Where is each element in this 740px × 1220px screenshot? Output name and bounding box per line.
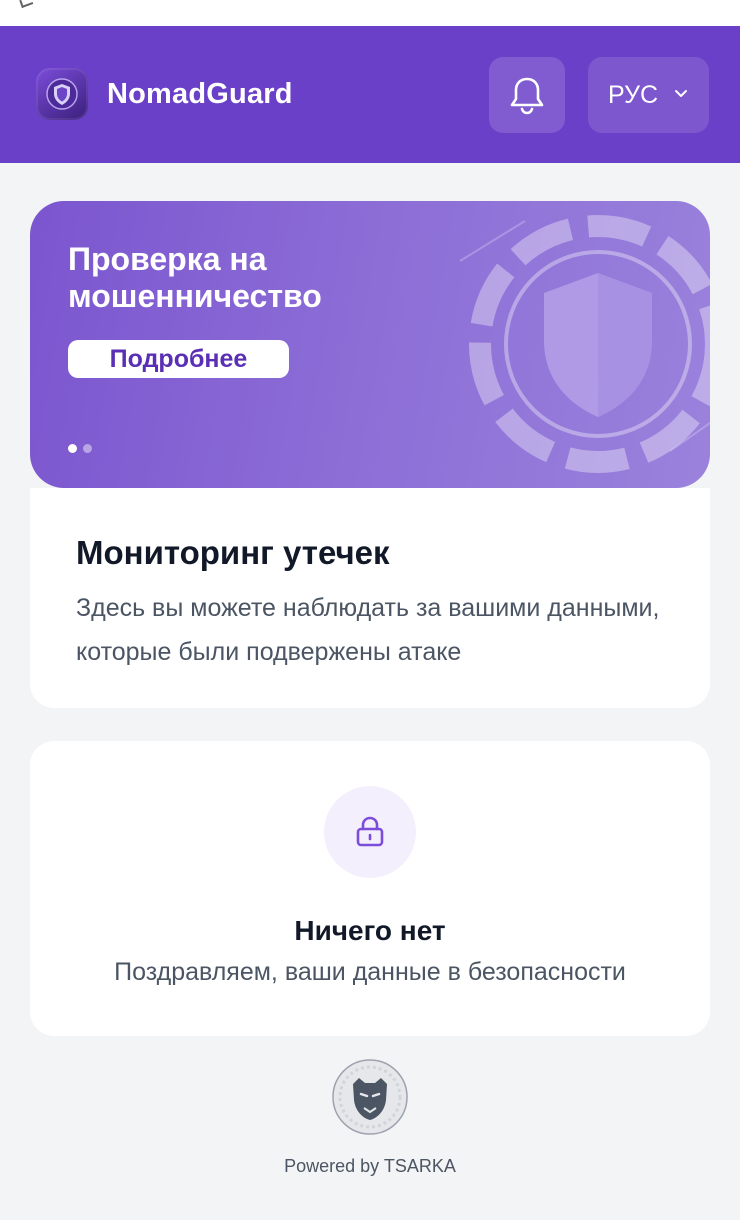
section-description: Здесь вы можете наблюдать за вашими данн… bbox=[76, 594, 660, 666]
carousel-dot[interactable] bbox=[83, 444, 92, 453]
shield-graphic-icon bbox=[459, 215, 710, 473]
empty-state-title: Ничего нет bbox=[294, 915, 446, 946]
banner-title: Проверка на мошенничество bbox=[68, 241, 322, 314]
empty-state-card: Ничего нет Поздравляем, ваши данные в бе… bbox=[30, 741, 710, 1036]
shield-logo-icon bbox=[46, 78, 78, 110]
powered-by-text: Powered by TSARKA bbox=[284, 1156, 456, 1176]
empty-state-description: Поздравляем, ваши данные в безопасности bbox=[114, 958, 626, 986]
banner-more-button[interactable]: Подробнее bbox=[68, 340, 289, 378]
carousel-dot-active[interactable] bbox=[68, 444, 77, 453]
promo-banner[interactable]: Проверка на мошенничество Подробнее bbox=[30, 201, 710, 488]
bell-icon bbox=[510, 77, 544, 115]
app-header: NomadGuard РУС bbox=[0, 26, 740, 163]
carousel-dots bbox=[68, 440, 98, 458]
language-label: РУС bbox=[608, 81, 659, 109]
lock-badge bbox=[324, 786, 416, 878]
language-selector[interactable]: РУС bbox=[588, 57, 709, 133]
status-indicator-icon bbox=[19, 0, 34, 8]
tsarka-logo-icon bbox=[332, 1059, 408, 1135]
lock-icon bbox=[356, 816, 384, 847]
leak-monitoring-card: Мониторинг утечек Здесь вы можете наблюд… bbox=[30, 488, 710, 708]
section-title: Мониторинг утечек bbox=[76, 534, 390, 571]
app-logo bbox=[36, 68, 88, 120]
app-title: NomadGuard bbox=[107, 78, 293, 110]
chevron-down-icon bbox=[675, 90, 687, 97]
notifications-button[interactable] bbox=[489, 57, 565, 133]
status-bar bbox=[0, 0, 740, 26]
